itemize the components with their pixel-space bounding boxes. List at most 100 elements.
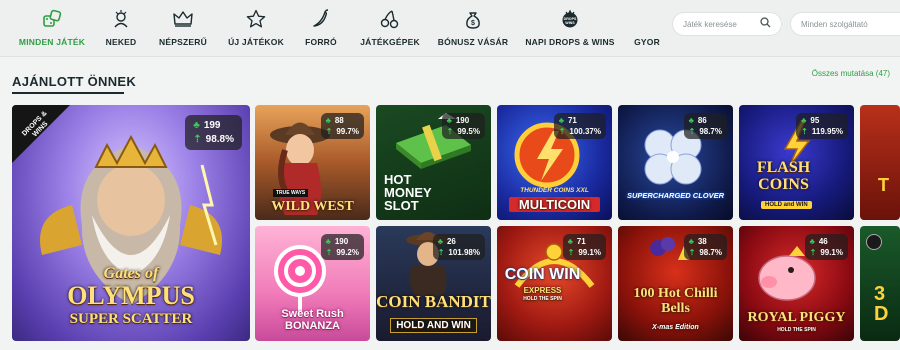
rtp-icon: ⇡ [809, 248, 817, 257]
clover-icon: ♣ [801, 116, 807, 125]
game-stats-badge: ♣ 190 ⇡ 99.2% [320, 234, 364, 260]
game-subtitle: EXPRESS [523, 286, 562, 295]
game-title: SUPERCHARGED CLOVER [626, 191, 725, 200]
game-stats-badge: ♣ 38 ⇡ 98.7% [683, 234, 727, 260]
clover-icon: ♣ [688, 116, 694, 125]
rtp-icon: ⇡ [437, 248, 445, 257]
game-title: Sweet Rush BONANZA [281, 308, 344, 332]
game-subtitle: SUPER SCATTER [69, 311, 193, 327]
game-subtitle: HOLD THE SPIN [523, 296, 562, 302]
game-stats-badge: ♣ 71 ⇡ 100.37% [553, 113, 606, 139]
money-bag-icon: $ [463, 9, 483, 29]
clover-icon: ♣ [446, 116, 452, 125]
game-stats-badge: ♣ 71 ⇡ 99.1% [562, 234, 606, 260]
game-stats-badge: ♣ 88 ⇡ 99.7% [320, 113, 364, 139]
game-tile[interactable]: ♣ 38 ⇡ 98.7% 100 Hot Chilli Bells X-mas Ed… [618, 226, 733, 341]
game-tile[interactable]: ♣ 86 ⇡ 98.7% SUPERCHARGED CLOVER [618, 105, 733, 220]
top-navigation: MINDEN JÁTÉK NEKED NÉPSZERŰ ÚJ JÁTÉKOK F… [0, 0, 900, 57]
nav-label: MINDEN JÁTÉK [18, 37, 86, 47]
game-subtitle: HOLD AND WIN [390, 318, 477, 333]
game-tile[interactable]: ♣ 71 ⇡ 99.1% COIN WIN EXPRESS HOLD THE SPI… [497, 226, 612, 341]
game-tile-partial[interactable]: T [860, 105, 900, 220]
rtp-icon: ⇡ [193, 134, 202, 145]
crown-icon [172, 9, 194, 29]
rtp-icon: ⇡ [558, 127, 566, 136]
nav-for-you[interactable]: NEKED [99, 0, 143, 57]
chili-icon [311, 9, 331, 29]
provider-filter[interactable] [790, 12, 900, 36]
clover-icon: ♣ [688, 237, 694, 246]
rtp-icon: ⇡ [801, 127, 808, 136]
nav-slots[interactable]: JÁTÉKGÉPEK [360, 0, 420, 57]
game-title: COIN BANDIT [376, 292, 491, 311]
game-stats-badge: ♣ 86 ⇡ 98.7% [683, 113, 727, 139]
game-stats-badge: ♣ 199 ⇡ 98.8% [185, 115, 242, 150]
game-title: WILD WEST [271, 199, 354, 214]
nav-label: FORRÓ [305, 37, 337, 47]
show-all-link[interactable]: Összes mutatása (47) [812, 69, 890, 78]
game-tile[interactable]: ♣ 95 ⇡ 119.95% FLASH COINS HOLD and WIN [739, 105, 854, 220]
game-tile[interactable]: ♣ 190 ⇡ 99.5% HOT MONEY SLOT [376, 105, 491, 220]
rtp-icon: ⇡ [325, 248, 333, 257]
game-subtitle: TRUE WAYS [273, 189, 309, 197]
game-title: ROYAL PIGGY [747, 310, 846, 325]
game-stats-badge: ♣ 26 ⇡ 101.98% [432, 234, 485, 260]
nav-new-games[interactable]: ÚJ JÁTÉKOK [226, 0, 286, 57]
game-tile-partial[interactable]: 3D [860, 226, 900, 341]
rtp-icon: ⇡ [688, 127, 696, 136]
section-title: AJÁNLOTT ÖNNEK [12, 74, 137, 89]
game-stats-badge: ♣ 190 ⇡ 99.5% [441, 113, 485, 139]
game-title: HOT MONEY SLOT [384, 172, 432, 213]
game-tile-featured[interactable]: DROPS & WINS ♣ 199 ⇡ 98.8% Gates of OLYMPU… [12, 105, 250, 341]
star-icon [246, 9, 266, 29]
nav-hot[interactable]: FORRÓ [301, 0, 341, 57]
clover-icon: ♣ [325, 116, 331, 125]
svg-text:WINS: WINS [565, 21, 575, 25]
rtp-icon: ⇡ [688, 248, 696, 257]
game-title: FLASH COINS [756, 159, 811, 193]
game-search[interactable] [672, 12, 782, 36]
drops-wins-icon: DROPS WINS [560, 9, 580, 29]
game-stats-badge: ♣ 95 ⇡ 119.95% [796, 113, 848, 139]
game-subtitle: HOLD and WIN [761, 201, 812, 209]
clover-icon: ♣ [437, 237, 443, 246]
game-tile[interactable]: ♣ 190 ⇡ 99.2% Sweet Rush BONANZA [255, 226, 370, 341]
cherries-icon [380, 9, 400, 29]
nav-popular[interactable]: NÉPSZERŰ [157, 0, 209, 57]
game-tile[interactable]: ♣ 88 ⇡ 99.7% TRUE WAYS WILD WEST [255, 105, 370, 220]
nav-label: NEKED [105, 37, 137, 47]
game-tile[interactable]: ♣ 46 ⇡ 99.1% ROYAL PIGGY HOLD THE SPIN [739, 226, 854, 341]
nav-label: ÚJ JÁTÉKOK [228, 37, 284, 47]
nav-quick[interactable]: GYOR [632, 0, 662, 57]
person-star-icon [111, 9, 131, 29]
game-subtitle: HOLD THE SPIN [777, 327, 816, 333]
game-title: 100 Hot Chilli Bells [633, 286, 718, 316]
game-title: OLYMPUS [67, 281, 195, 310]
clover-icon: ♣ [567, 237, 573, 246]
nav-label: JÁTÉKGÉPEK [360, 37, 420, 47]
clover-icon: ♣ [809, 237, 815, 246]
game-stats-badge: ♣ 46 ⇡ 99.1% [804, 234, 848, 260]
nav-label: BÓNUSZ VÁSÁR [437, 37, 509, 47]
game-tile[interactable]: ♣ 71 ⇡ 100.37% THUNDER COINS XXL MULTICOIN [497, 105, 612, 220]
nav-bonus-buy[interactable]: $ BÓNUSZ VÁSÁR [437, 0, 509, 57]
nav-label: NÉPSZERŰ [159, 37, 207, 47]
game-search-input[interactable] [683, 19, 760, 29]
game-subtitle: X-mas Edition [652, 324, 699, 331]
nav-label: GYOR [634, 37, 660, 47]
game-title: MULTICOIN [509, 197, 600, 212]
nav-drops-wins[interactable]: DROPS WINS NAPI DROPS & WINS [525, 0, 614, 57]
provider-filter-input[interactable] [801, 19, 890, 29]
search-icon[interactable] [760, 15, 771, 33]
game-title: COIN WIN [504, 266, 581, 283]
rtp-icon: ⇡ [567, 248, 575, 257]
clover-icon: ♣ [325, 237, 331, 246]
rtp-icon: ⇡ [446, 127, 454, 136]
dice-icon [42, 9, 62, 29]
game-subtitle: THUNDER COINS XXL [520, 187, 589, 194]
section-underline [12, 92, 124, 94]
game-tile[interactable]: ♣ 26 ⇡ 101.98% COIN BANDIT HOLD AND WIN [376, 226, 491, 341]
clover-icon: ♣ [193, 120, 200, 131]
clover-icon: ♣ [558, 116, 564, 125]
nav-all-games[interactable]: MINDEN JÁTÉK [16, 0, 88, 57]
